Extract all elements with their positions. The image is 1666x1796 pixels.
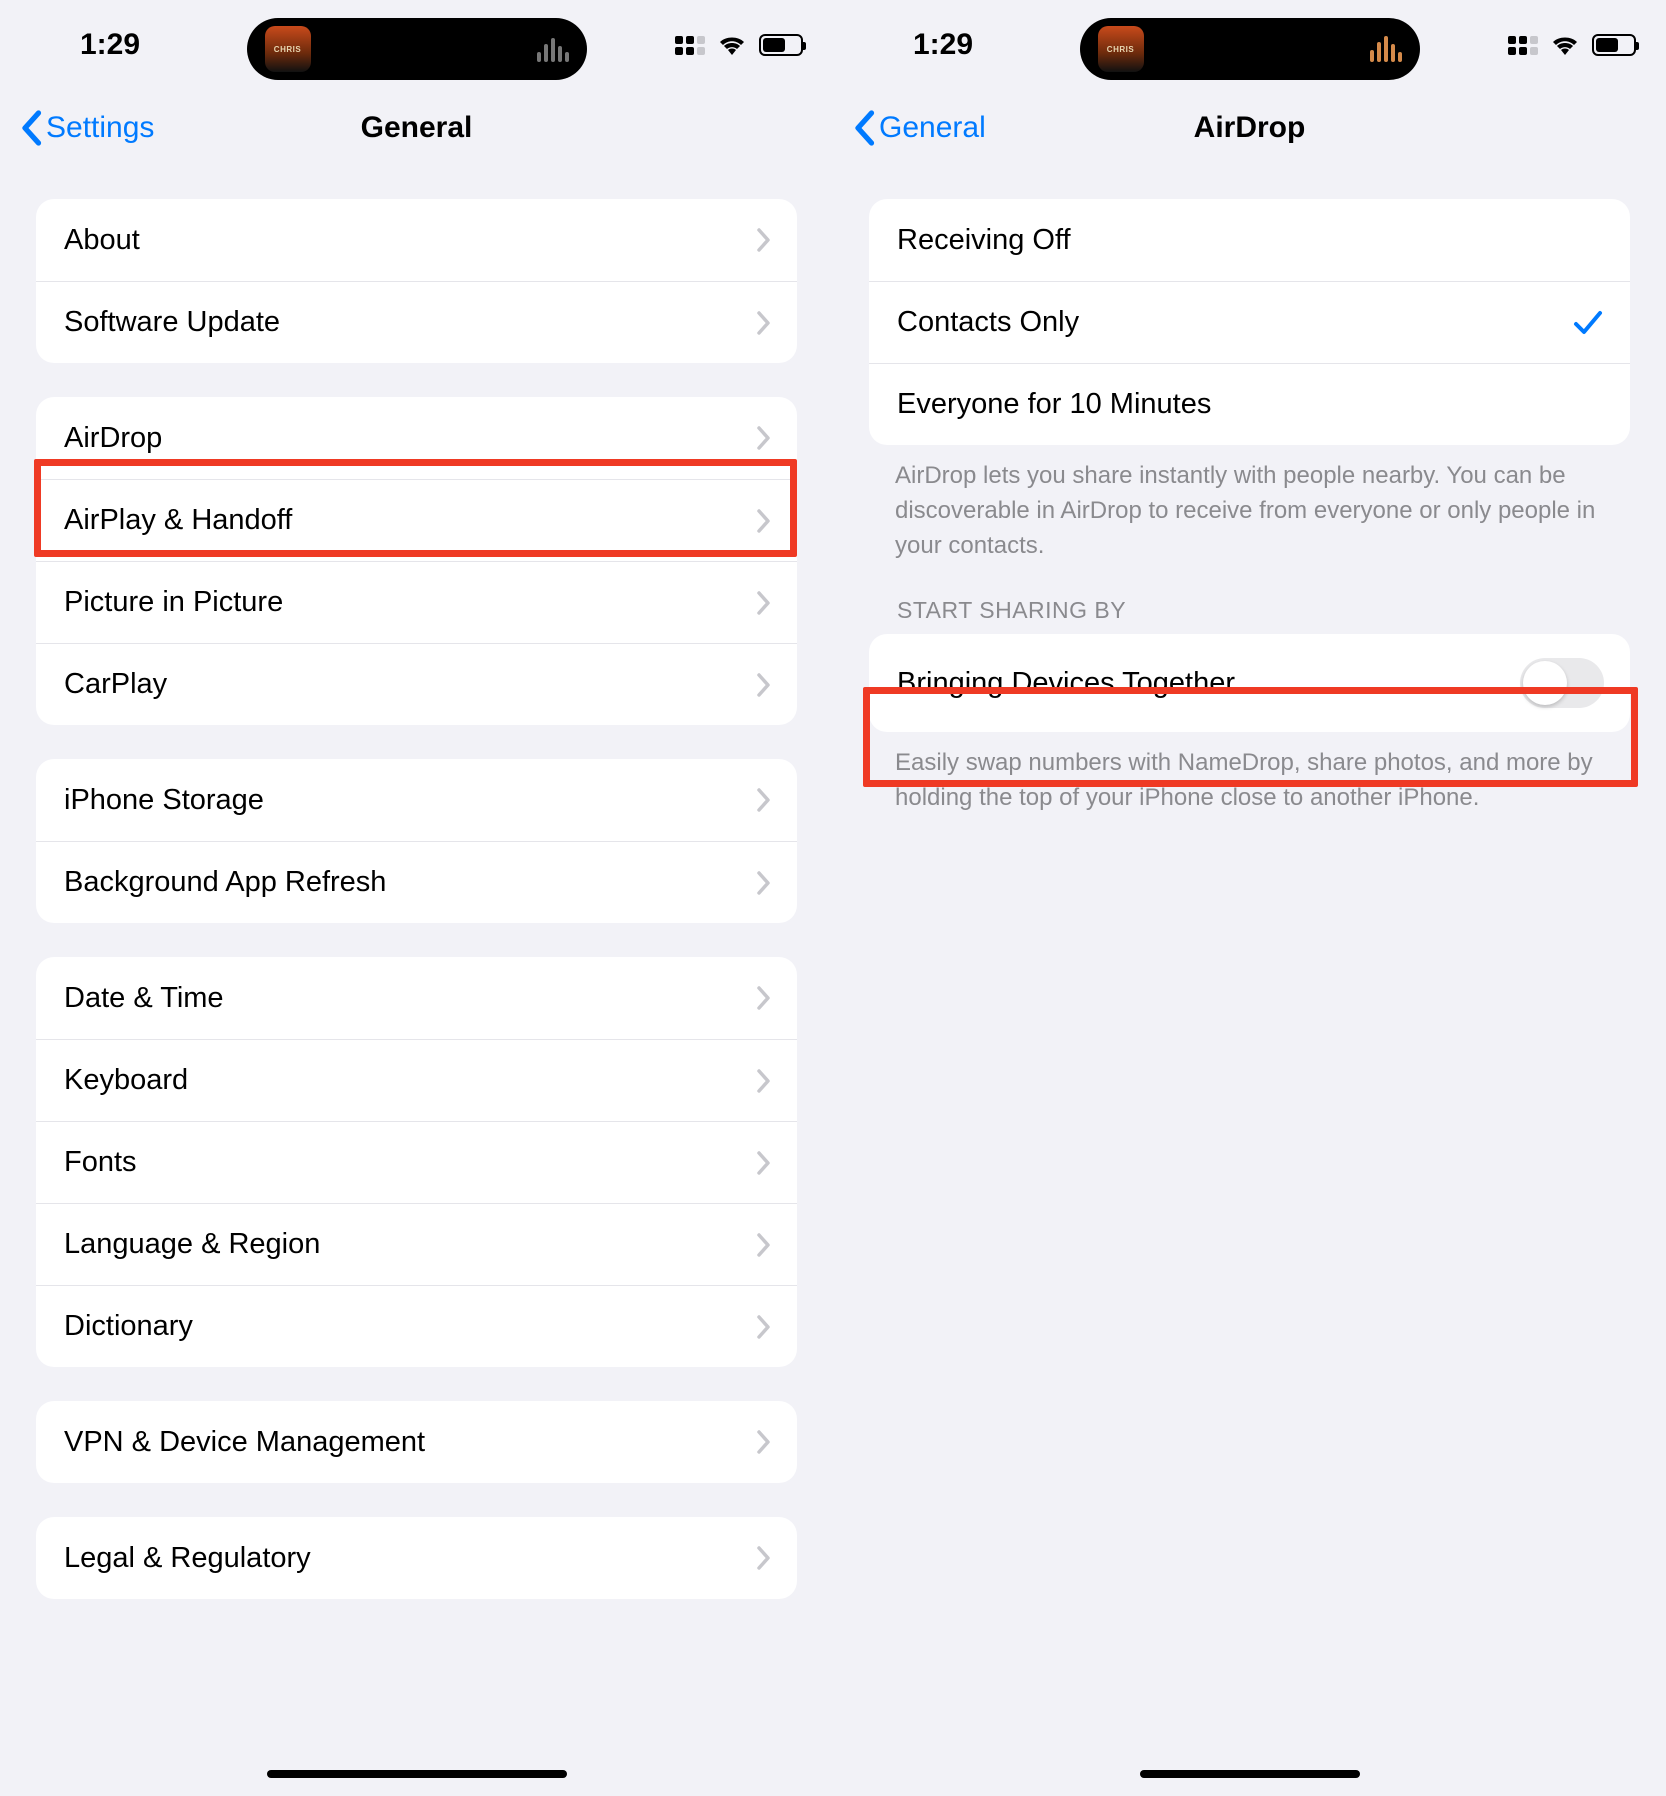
chevron-right-icon — [757, 871, 771, 895]
row-carplay[interactable]: CarPlay — [36, 643, 797, 725]
status-time: 1:29 — [40, 28, 180, 62]
dynamic-island[interactable]: CHRIS — [1080, 18, 1420, 80]
row-picture-in-picture[interactable]: Picture in Picture — [36, 561, 797, 643]
now-playing-artwork: CHRIS — [265, 26, 311, 72]
row-dictionary[interactable]: Dictionary — [36, 1285, 797, 1367]
row-iphone-storage[interactable]: iPhone Storage — [36, 759, 797, 841]
chevron-right-icon — [757, 986, 771, 1010]
chevron-right-icon — [757, 673, 771, 697]
option-contacts-only[interactable]: Contacts Only — [869, 281, 1630, 363]
row-bringing-devices-together[interactable]: Bringing Devices Together — [869, 634, 1630, 732]
chevron-right-icon — [757, 426, 771, 450]
option-everyone-10min[interactable]: Everyone for 10 Minutes — [869, 363, 1630, 445]
status-right — [1508, 0, 1636, 90]
cellular-signal-icon — [675, 36, 705, 55]
battery-icon — [1592, 34, 1636, 56]
row-label: Receiving Off — [897, 224, 1071, 257]
row-label: Software Update — [64, 306, 280, 339]
status-time: 1:29 — [873, 28, 1013, 62]
row-airplay-handoff[interactable]: AirPlay & Handoff — [36, 479, 797, 561]
chevron-right-icon — [757, 1069, 771, 1093]
chevron-right-icon — [757, 509, 771, 533]
toggle-knob — [1523, 661, 1567, 705]
group-bringing-devices: Bringing Devices Together — [869, 634, 1630, 732]
toggle-footer: Easily swap numbers with NameDrop, share… — [869, 732, 1630, 816]
options-footer: AirDrop lets you share instantly with pe… — [869, 445, 1630, 563]
back-button[interactable]: General — [853, 110, 986, 146]
option-receiving-off[interactable]: Receiving Off — [869, 199, 1630, 281]
row-label: Bringing Devices Together — [897, 667, 1235, 700]
row-software-update[interactable]: Software Update — [36, 281, 797, 363]
row-label: AirPlay & Handoff — [64, 504, 292, 537]
chevron-right-icon — [757, 788, 771, 812]
home-indicator[interactable] — [267, 1770, 567, 1778]
checkmark-icon — [1572, 307, 1604, 339]
chevron-right-icon — [757, 1233, 771, 1257]
audio-waveform-icon — [537, 36, 569, 62]
battery-icon — [759, 34, 803, 56]
row-label: Background App Refresh — [64, 866, 386, 899]
row-label: VPN & Device Management — [64, 1426, 425, 1459]
row-vpn-device-management[interactable]: VPN & Device Management — [36, 1401, 797, 1483]
chevron-right-icon — [757, 1430, 771, 1454]
row-about[interactable]: About — [36, 199, 797, 281]
toggle-bringing-devices[interactable] — [1520, 658, 1604, 708]
home-indicator[interactable] — [1140, 1770, 1360, 1778]
group-date-keyboard: Date & Time Keyboard Fonts Language & Re… — [36, 957, 797, 1367]
back-label: Settings — [46, 111, 154, 145]
group-vpn: VPN & Device Management — [36, 1401, 797, 1483]
dynamic-island[interactable]: CHRIS — [247, 18, 587, 80]
content: Receiving Off Contacts Only Everyone for… — [833, 199, 1666, 816]
row-label: Date & Time — [64, 982, 224, 1015]
status-bar: 1:29 CHRIS — [833, 0, 1666, 90]
phone-airdrop-settings: 1:29 CHRIS General AirDrop — [833, 0, 1666, 1796]
wifi-icon — [1550, 34, 1580, 56]
row-label: Dictionary — [64, 1310, 193, 1343]
row-background-app-refresh[interactable]: Background App Refresh — [36, 841, 797, 923]
wifi-icon — [717, 34, 747, 56]
status-bar: 1:29 CHRIS — [0, 0, 833, 90]
row-label: Contacts Only — [897, 306, 1079, 339]
chevron-right-icon — [757, 591, 771, 615]
row-label: AirDrop — [64, 422, 162, 455]
chevron-left-icon — [853, 110, 875, 146]
row-label: iPhone Storage — [64, 784, 264, 817]
row-label: About — [64, 224, 140, 257]
row-language-region[interactable]: Language & Region — [36, 1203, 797, 1285]
row-legal-regulatory[interactable]: Legal & Regulatory — [36, 1517, 797, 1599]
audio-waveform-icon — [1370, 36, 1402, 62]
row-fonts[interactable]: Fonts — [36, 1121, 797, 1203]
group-about: About Software Update — [36, 199, 797, 363]
now-playing-artwork: CHRIS — [1098, 26, 1144, 72]
back-label: General — [879, 111, 986, 145]
row-label: Picture in Picture — [64, 586, 283, 619]
row-label: Fonts — [64, 1146, 137, 1179]
chevron-left-icon — [20, 110, 42, 146]
status-right — [675, 0, 803, 90]
group-receiving-options: Receiving Off Contacts Only Everyone for… — [869, 199, 1630, 445]
back-button[interactable]: Settings — [20, 110, 154, 146]
row-airdrop[interactable]: AirDrop — [36, 397, 797, 479]
nav-bar: Settings General — [0, 90, 833, 165]
group-storage: iPhone Storage Background App Refresh — [36, 759, 797, 923]
phone-general-settings: 1:29 CHRIS Settings General — [0, 0, 833, 1796]
row-keyboard[interactable]: Keyboard — [36, 1039, 797, 1121]
nav-bar: General AirDrop — [833, 90, 1666, 165]
section-header-start-sharing: START SHARING BY — [869, 563, 1630, 634]
row-label: Language & Region — [64, 1228, 320, 1261]
content: About Software Update AirDrop AirPlay & … — [0, 199, 833, 1599]
row-date-time[interactable]: Date & Time — [36, 957, 797, 1039]
chevron-right-icon — [757, 1151, 771, 1175]
chevron-right-icon — [757, 311, 771, 335]
row-label: Keyboard — [64, 1064, 188, 1097]
chevron-right-icon — [757, 228, 771, 252]
group-legal: Legal & Regulatory — [36, 1517, 797, 1599]
chevron-right-icon — [757, 1546, 771, 1570]
chevron-right-icon — [757, 1315, 771, 1339]
row-label: CarPlay — [64, 668, 167, 701]
group-airdrop: AirDrop AirPlay & Handoff Picture in Pic… — [36, 397, 797, 725]
row-label: Everyone for 10 Minutes — [897, 388, 1211, 421]
row-label: Legal & Regulatory — [64, 1542, 311, 1575]
cellular-signal-icon — [1508, 36, 1538, 55]
